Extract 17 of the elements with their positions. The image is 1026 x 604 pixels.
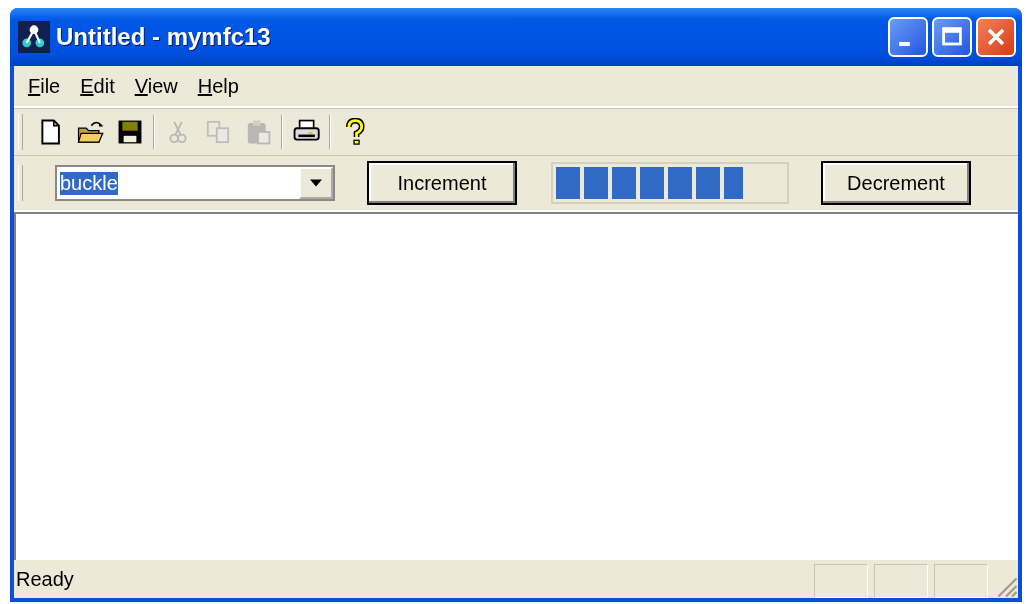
status-text: Ready bbox=[15, 567, 74, 591]
app-icon bbox=[18, 21, 50, 53]
status-pane bbox=[934, 564, 988, 598]
menu-item[interactable]: File bbox=[20, 72, 69, 100]
menu-item[interactable]: View bbox=[126, 72, 186, 100]
close-button[interactable] bbox=[976, 17, 1016, 57]
maximize-button[interactable] bbox=[932, 17, 972, 57]
window-title: Untitled - mymfc13 bbox=[56, 23, 271, 51]
decrement-button[interactable]: Decrement bbox=[821, 161, 971, 205]
menu-item[interactable]: Edit bbox=[72, 72, 123, 100]
combo-box[interactable]: buckle bbox=[55, 165, 335, 201]
increment-button[interactable]: Increment bbox=[367, 161, 517, 205]
minimize-button[interactable] bbox=[888, 17, 928, 57]
status-pane bbox=[814, 564, 868, 598]
status-pane bbox=[874, 564, 928, 598]
minimize-icon bbox=[898, 42, 910, 46]
menu-item[interactable]: Help bbox=[189, 72, 247, 100]
